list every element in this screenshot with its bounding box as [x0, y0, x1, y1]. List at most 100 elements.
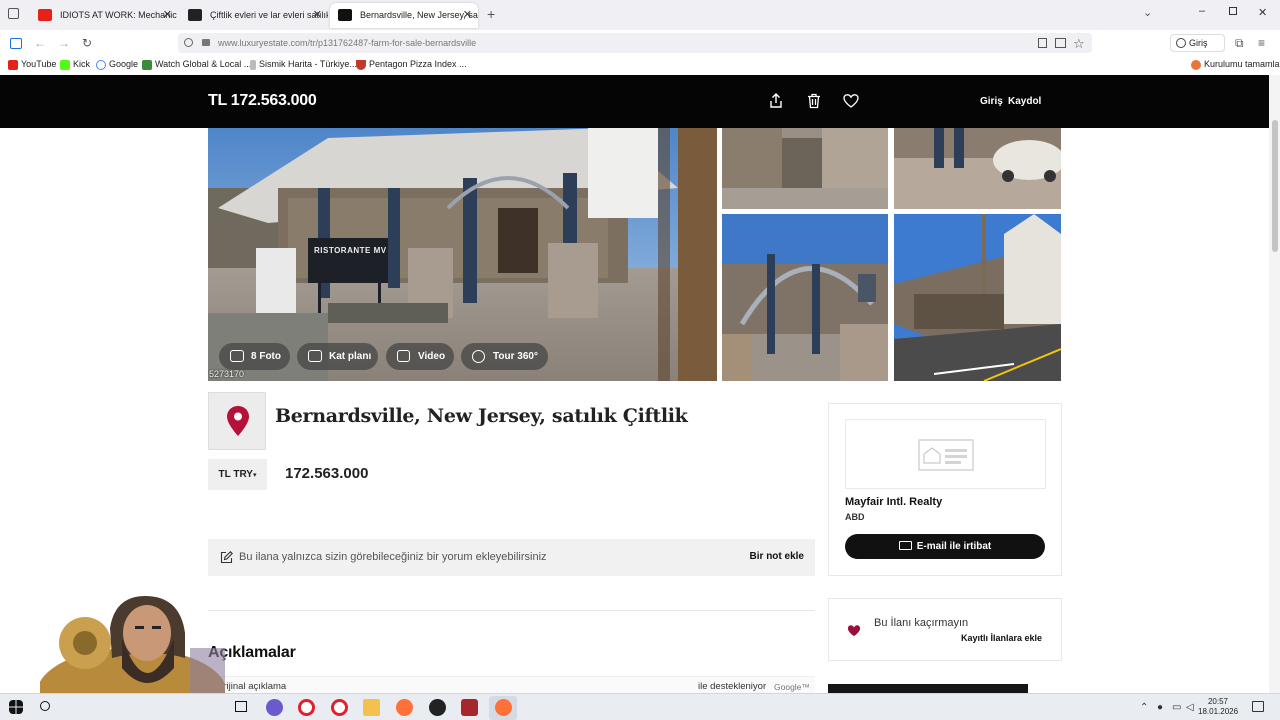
photos-button[interactable]: 8 Foto: [219, 343, 290, 370]
location-map-thumbnail[interactable]: [208, 392, 266, 450]
bookmark-pentagon[interactable]: Pentagon Pizza Index ...: [356, 59, 467, 70]
url-path: /tr/p131762487-farm-for-sale-bernardsvil…: [307, 38, 477, 48]
main-photo[interactable]: RISTORANTE MV: [208, 128, 717, 381]
reader-view-icon[interactable]: [1038, 38, 1047, 48]
translation-powered-by: ile destekleniyor: [698, 681, 767, 692]
floorplan-button[interactable]: Kat planı: [297, 343, 378, 370]
bookmark-star-icon[interactable]: ☆: [1073, 34, 1085, 54]
agency-placeholder-icon: [918, 439, 974, 471]
opera-gx-app-icon[interactable]: [331, 699, 348, 716]
forward-arrow-icon[interactable]: →: [58, 35, 70, 51]
photos-button-label: 8 Foto: [251, 351, 281, 362]
bookmark-watch-global[interactable]: Watch Global & Local ...: [142, 59, 251, 70]
tab-title: Çiftlik evleri ve lar evleri satılık: [210, 10, 328, 20]
menu-icon[interactable]: ≡: [1258, 35, 1265, 51]
thumbnail-photo[interactable]: [722, 214, 888, 381]
extensions-icon[interactable]: ⧉: [1235, 35, 1244, 51]
email-contact-button[interactable]: E-mail ile irtibat: [845, 534, 1045, 559]
login-link[interactable]: Giriş: [980, 96, 1003, 107]
currency-label: TL TRY: [218, 469, 253, 480]
thumbnail-photo[interactable]: [722, 128, 888, 209]
maximize-button[interactable]: [1229, 7, 1237, 15]
trash-icon[interactable]: [806, 93, 822, 109]
save-listing-prompt: Bu İlanı kaçırmayın: [874, 617, 969, 629]
system-clock[interactable]: 20:57 18.01.2026: [1198, 697, 1238, 717]
minimize-button[interactable]: –: [1199, 5, 1205, 17]
close-tab-icon[interactable]: ✕: [163, 3, 172, 28]
thumbnail-photo[interactable]: [894, 128, 1061, 209]
chevron-down-icon[interactable]: ⌄: [1143, 6, 1152, 19]
volume-icon[interactable]: ◁: [1186, 702, 1194, 713]
add-note-button[interactable]: Bir not ekle: [750, 551, 804, 562]
scrollbar-thumb[interactable]: [1272, 120, 1278, 252]
shield-icon[interactable]: [184, 38, 193, 47]
bookmark-label: Google: [109, 59, 139, 69]
bookmark-label: Kick: [73, 59, 91, 69]
setup-icon: [1191, 59, 1201, 70]
site-header: TL 172.563.000 Giriş Kaydol: [0, 75, 1269, 128]
task-view-icon[interactable]: [235, 701, 247, 712]
new-tab-button[interactable]: +: [487, 6, 495, 22]
reload-icon[interactable]: ↻: [82, 35, 92, 51]
tab-list-icon[interactable]: [8, 8, 19, 19]
game-app-icon[interactable]: [461, 699, 478, 716]
opera-app-icon[interactable]: [298, 699, 315, 716]
thumbnail-photo[interactable]: [894, 214, 1061, 381]
close-tab-icon[interactable]: ✕: [313, 3, 322, 28]
close-window-button[interactable]: ✕: [1258, 6, 1267, 19]
firefox-app-icon[interactable]: [396, 699, 413, 716]
browser-tab-bernardsville[interactable]: Bernardsville, New Jersey, satılık ✕: [330, 3, 478, 28]
original-description-label[interactable]: Orijinal açıklama: [216, 681, 286, 692]
private-note-bar[interactable]: Bu ilana yalnızca sizin görebileceğiniz …: [208, 539, 815, 576]
bookmark-kurulum[interactable]: Kurulumu tamamla: [1191, 59, 1280, 70]
tour-360-button[interactable]: Tour 360°: [461, 343, 548, 370]
address-bar[interactable]: www.luxuryestate.com/tr/p131762487-farm-…: [178, 33, 1092, 53]
streamer-avatar-overlay: [40, 596, 225, 693]
close-tab-icon[interactable]: ✕: [463, 3, 472, 28]
windows-start-icon[interactable]: [9, 700, 23, 714]
car-photo: [894, 128, 1061, 209]
discord-app-icon[interactable]: [266, 699, 283, 716]
bookmark-sismik[interactable]: Sismik Harita - Türkiye...: [250, 59, 357, 70]
archway-photo: [722, 214, 888, 381]
lock-icon[interactable]: [202, 39, 210, 46]
obs-app-icon[interactable]: [429, 699, 446, 716]
tray-overflow-icon[interactable]: ⌃: [1140, 702, 1148, 713]
note-prompt: Bu ilana yalnızca sizin görebileceğiniz …: [239, 551, 547, 563]
youtube-favicon-icon: [38, 9, 52, 21]
sidebar-toggle-icon[interactable]: [10, 38, 22, 49]
network-icon[interactable]: ▭: [1172, 702, 1181, 713]
currency-selector[interactable]: TL TRY▾: [208, 459, 267, 490]
search-icon[interactable]: [40, 701, 50, 711]
share-icon[interactable]: [768, 93, 784, 109]
next-card-edge: [828, 684, 1028, 693]
tour-360-icon: [472, 350, 485, 363]
tab-title: IDIOTS AT WORK: Mechanic Ed: [60, 10, 178, 20]
add-to-saved-button[interactable]: Kayıtlı İlanlara ekle: [961, 633, 1042, 643]
browser-tab-youtube[interactable]: IDIOTS AT WORK: Mechanic Ed ✕: [30, 3, 178, 28]
bookmark-kick[interactable]: Kick: [60, 59, 90, 70]
notifications-icon[interactable]: [1252, 701, 1264, 712]
agency-name[interactable]: Mayfair Intl. Realty: [845, 496, 942, 508]
luxuryestate-favicon-icon: [188, 9, 202, 21]
heart-filled-icon: [847, 625, 861, 637]
firefox-active-icon[interactable]: [495, 699, 512, 716]
bookmark-youtube[interactable]: YouTube: [8, 59, 56, 70]
page-scrollbar[interactable]: [1269, 75, 1280, 693]
heart-icon[interactable]: [843, 93, 859, 109]
sign-in-button[interactable]: Giriş yap: [1170, 34, 1225, 64]
bookmark-google[interactable]: Google: [96, 59, 138, 70]
video-button[interactable]: Video: [386, 343, 454, 370]
browser-tab-ciftlik[interactable]: Çiftlik evleri ve lar evleri satılık ✕: [180, 3, 328, 28]
bookmarks-bar: YouTube Kick Google Watch Global & Local…: [0, 56, 1280, 75]
back-arrow-icon[interactable]: ←: [34, 35, 46, 51]
envelope-icon: [898, 541, 912, 550]
url-domain: www.luxuryestate.com: [218, 38, 308, 48]
photo-id: 5273170: [209, 369, 245, 379]
register-link[interactable]: Kaydol: [1008, 96, 1041, 107]
screenshot-icon[interactable]: [1055, 38, 1066, 48]
file-explorer-icon[interactable]: [363, 699, 380, 716]
youtube-icon: [8, 59, 18, 70]
microphone-icon[interactable]: ●: [1157, 702, 1163, 713]
floorplan-icon: [308, 350, 322, 362]
